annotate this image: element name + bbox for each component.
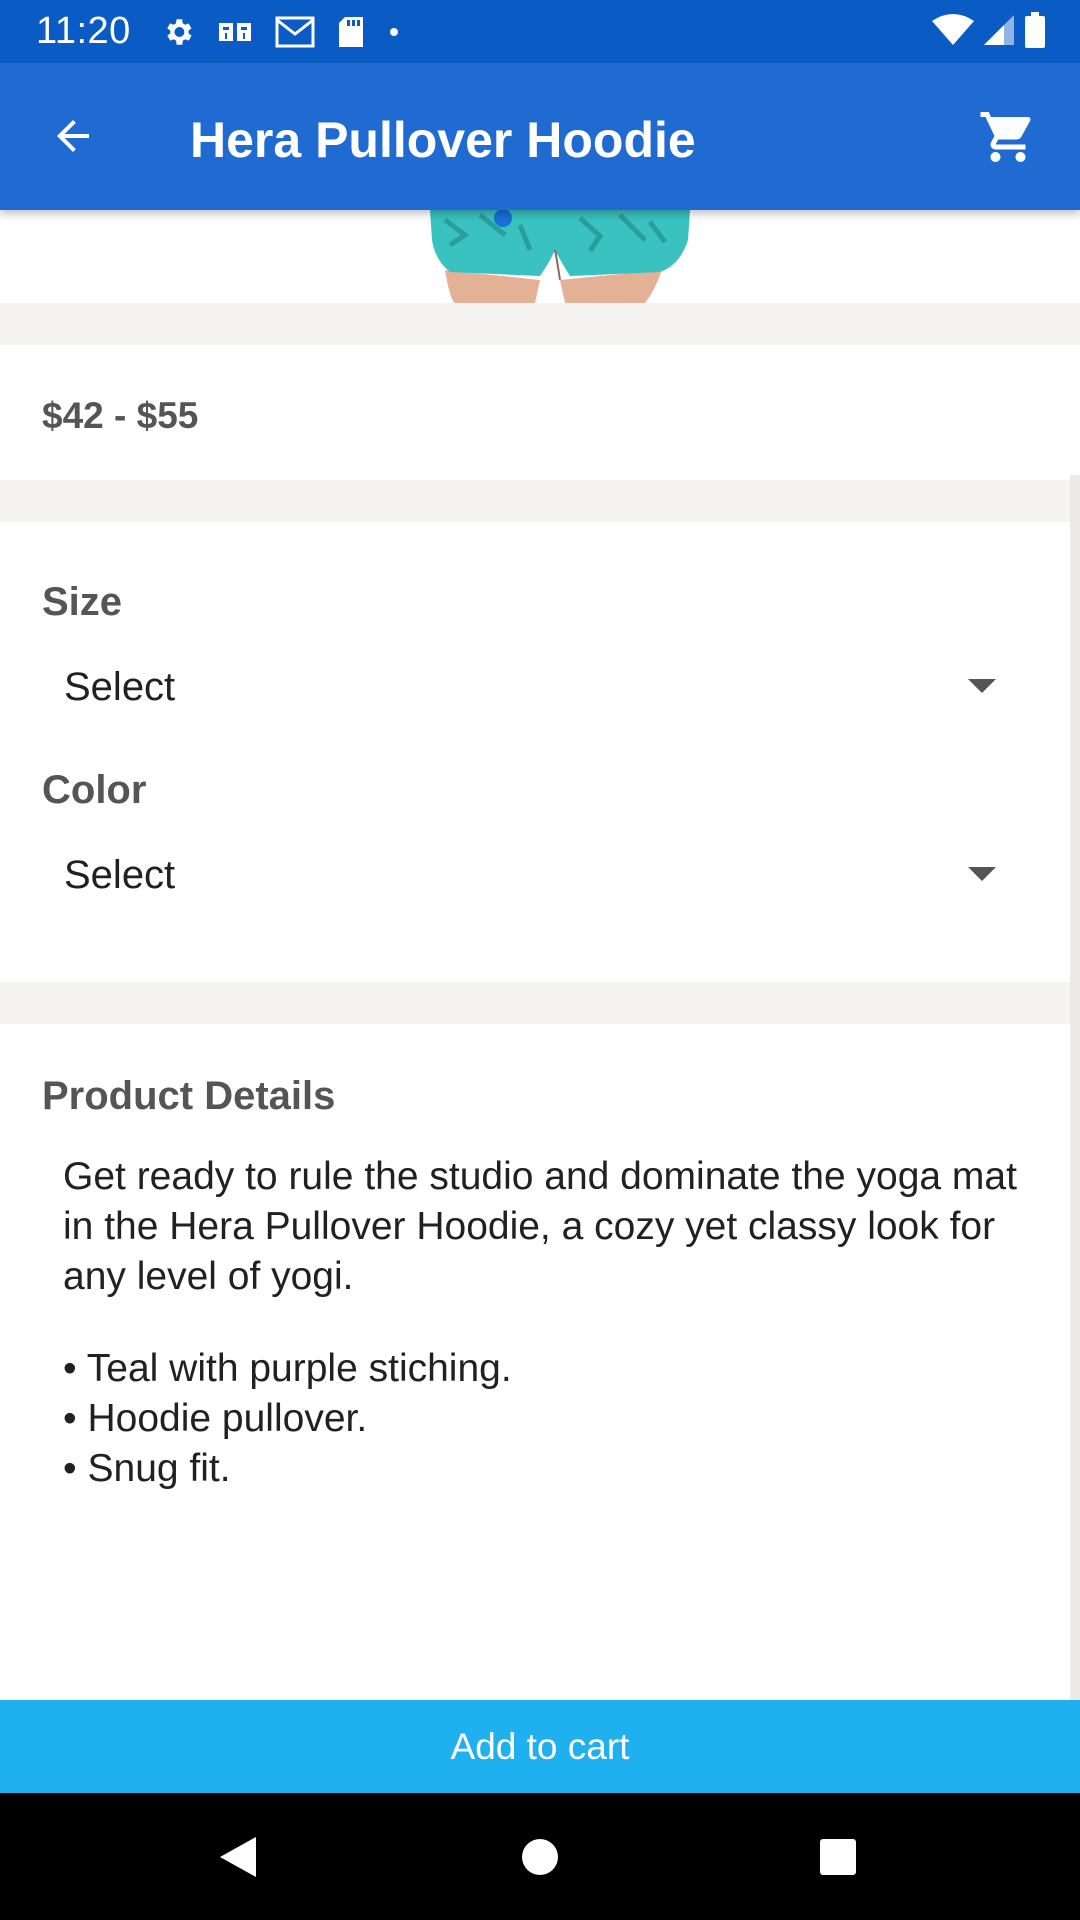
list-item: Teal with purple stiching. (63, 1344, 512, 1394)
details-bullets: Teal with purple stiching. Hoodie pullov… (63, 1344, 512, 1494)
divider (0, 480, 1080, 522)
price-range: $42 - $55 (42, 395, 199, 436)
battery-icon (1025, 12, 1045, 48)
status-right-icons (932, 12, 1046, 48)
options-card: Size Select Color Select (0, 522, 1080, 982)
nav-home-icon (522, 1839, 558, 1875)
nav-back-icon (220, 1837, 256, 1877)
dropdown-arrow-icon (968, 679, 996, 693)
sd-card-icon (338, 16, 363, 47)
list-item: Snug fit. (63, 1444, 512, 1494)
app-bar: Hera Pullover Hoodie (0, 63, 1080, 210)
divider (0, 303, 1080, 345)
status-left-icons (161, 15, 401, 49)
cart-button[interactable] (978, 107, 1038, 167)
product-photo (430, 210, 690, 303)
system-nav-bar (0, 1793, 1080, 1920)
color-select-value: Select (64, 853, 176, 897)
price-card: $42 - $55 (0, 345, 1080, 480)
color-label: Color (42, 768, 147, 812)
nav-back-button[interactable] (210, 1829, 266, 1885)
gmail-icon (275, 16, 315, 47)
nav-recents-button[interactable] (810, 1829, 866, 1885)
product-image[interactable] (0, 210, 1080, 303)
details-title: Product Details (42, 1074, 336, 1118)
arrow-back-icon (57, 120, 89, 152)
scrollbar[interactable] (1070, 475, 1080, 1700)
add-to-cart-button[interactable]: Add to cart (0, 1700, 1080, 1793)
wifi-icon (932, 14, 974, 45)
nav-recents-icon (820, 1839, 856, 1875)
details-card: Product Details Get ready to rule the st… (0, 1024, 1080, 1700)
list-item: Hoodie pullover. (63, 1394, 512, 1444)
back-button[interactable] (46, 109, 100, 163)
dropdown-arrow-icon (968, 867, 996, 881)
app-icon (218, 22, 251, 41)
status-bar: 11:20 (0, 0, 1080, 63)
size-label: Size (42, 580, 123, 624)
details-description: Get ready to rule the studio and dominat… (63, 1155, 1017, 1298)
size-select[interactable]: Select (42, 647, 1002, 727)
dot-icon (389, 27, 398, 36)
color-select[interactable]: Select (42, 835, 1002, 915)
status-time: 11:20 (36, 10, 131, 52)
gear-icon (167, 18, 192, 45)
page-title: Hera Pullover Hoodie (190, 112, 696, 168)
nav-home-button[interactable] (512, 1829, 568, 1885)
size-select-value: Select (64, 665, 176, 709)
product-content[interactable]: $42 - $55 Size Select Color Select Produ… (0, 210, 1080, 1700)
signal-icon (984, 15, 1014, 45)
divider (0, 982, 1080, 1024)
shopping-cart-icon (980, 112, 1031, 162)
